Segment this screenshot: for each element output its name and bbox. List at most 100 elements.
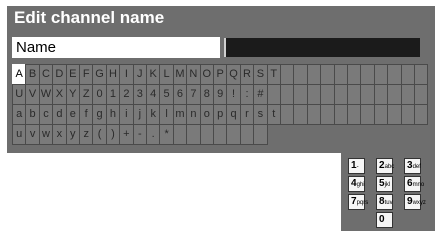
keyboard-key[interactable] [306,64,322,85]
keyboard-key[interactable] [347,84,362,105]
keyboard-key[interactable]: H [105,64,121,85]
keyboard-key[interactable] [360,64,375,85]
keyboard-key[interactable]: D [52,64,67,85]
keyboard-key[interactable] [347,64,362,85]
keyboard-key[interactable]: W [38,84,54,105]
keyboard-key[interactable] [199,124,214,145]
keyboard-key[interactable] [293,64,308,85]
keyboard-key[interactable]: Y [65,84,80,105]
keyboard-key[interactable]: R [239,64,255,85]
keyboard-key[interactable]: r [239,104,255,125]
keyboard-key[interactable]: 9 [213,84,228,105]
keyboard-key[interactable] [186,124,201,145]
keyboard-key[interactable]: ! [226,84,241,105]
keyboard-key[interactable]: 5 [159,84,174,105]
keyboard-key[interactable] [360,84,375,105]
keyboard-key[interactable] [320,104,335,125]
keyboard-key[interactable]: a [12,104,27,125]
keyboard-key[interactable]: 1 [105,84,121,105]
keyboard-key[interactable] [213,124,228,145]
keyboard-key[interactable]: T [266,64,281,85]
keyboard-key[interactable] [347,104,362,125]
keyboard-key[interactable]: - [132,124,147,145]
keyboard-key[interactable] [333,64,348,85]
keyboard-key[interactable] [280,64,295,85]
keyboard-key[interactable]: 2 [119,84,134,105]
keyboard-key[interactable]: S [253,64,268,85]
keyboard-key[interactable]: 6 [172,84,188,105]
keyboard-key[interactable] [400,104,415,125]
keyboard-key[interactable]: P [213,64,228,85]
keyboard-key[interactable] [293,104,308,125]
keyboard-key[interactable]: K [146,64,161,85]
keyboard-key[interactable]: V [25,84,40,105]
keyboard-key[interactable] [373,64,389,85]
keyboard-key[interactable]: M [172,64,188,85]
keyboard-key[interactable] [414,64,429,85]
keyboard-key[interactable]: i [119,104,134,125]
channel-name-input[interactable] [224,38,420,57]
keyboard-key[interactable]: g [92,104,107,125]
keyboard-key[interactable] [226,124,241,145]
keyboard-key[interactable] [239,124,255,145]
keyboard-key[interactable] [387,84,402,105]
keyboard-key[interactable]: t [266,104,281,125]
keyboard-key[interactable]: 7 [186,84,201,105]
keyboard-key[interactable] [320,84,335,105]
keyboard-key[interactable]: ) [105,124,121,145]
keyboard-key[interactable]: B [25,64,40,85]
keyboard-key[interactable]: x [52,124,67,145]
keyboard-key[interactable]: w [38,124,54,145]
keyboard-key[interactable]: d [52,104,67,125]
keyboard-key[interactable]: . [146,124,161,145]
keyboard-key[interactable]: e [65,104,80,125]
keyboard-key[interactable] [400,84,415,105]
keyboard-key[interactable]: F [79,64,94,85]
keyboard-key[interactable]: o [199,104,214,125]
keyboard-key[interactable]: 3 [132,84,147,105]
keyboard-key[interactable]: v [25,124,40,145]
keyboard-key[interactable]: m [172,104,188,125]
keyboard-key[interactable]: 0 [92,84,107,105]
keyboard-key[interactable] [253,124,268,145]
keyboard-key[interactable] [320,64,335,85]
keyboard-key[interactable]: z [79,124,94,145]
keyboard-key[interactable]: U [12,84,27,105]
keyboard-key[interactable]: y [65,124,80,145]
keyboard-key[interactable] [280,104,295,125]
keyboard-key[interactable]: E [65,64,80,85]
keyboard-key[interactable] [306,104,322,125]
keyboard-key[interactable] [333,104,348,125]
keyboard-key[interactable]: l [159,104,174,125]
keyboard-key[interactable]: Z [79,84,94,105]
keyboard-key[interactable]: X [52,84,67,105]
keyboard-key[interactable] [400,64,415,85]
keyboard-key[interactable] [387,64,402,85]
keyboard-key[interactable]: ( [92,124,107,145]
keyboard-key[interactable] [293,84,308,105]
keyboard-key[interactable]: 8 [199,84,214,105]
keyboard-key[interactable] [280,84,295,105]
keyboard-key[interactable]: u [12,124,27,145]
keyboard-key[interactable]: c [38,104,54,125]
keyboard-key[interactable] [306,84,322,105]
keyboard-key[interactable]: J [132,64,147,85]
keyboard-key[interactable]: C [38,64,54,85]
keyboard-key[interactable]: j [132,104,147,125]
keyboard-key[interactable] [360,104,375,125]
keyboard-key[interactable]: O [199,64,214,85]
keyboard-key[interactable] [414,84,429,105]
keyboard-key[interactable]: h [105,104,121,125]
keyboard-key[interactable] [333,84,348,105]
keyboard-key[interactable]: : [239,84,255,105]
keyboard-key[interactable]: L [159,64,174,85]
keyboard-key[interactable]: s [253,104,268,125]
keyboard-key[interactable] [414,104,429,125]
keyboard-key[interactable]: f [79,104,94,125]
keyboard-key[interactable]: 4 [146,84,161,105]
keyboard-key[interactable]: G [92,64,107,85]
keyboard-key-selected[interactable]: A [12,64,27,85]
keyboard-key[interactable]: # [253,84,268,105]
keyboard-key[interactable] [266,84,281,105]
keyboard-key[interactable] [373,84,389,105]
